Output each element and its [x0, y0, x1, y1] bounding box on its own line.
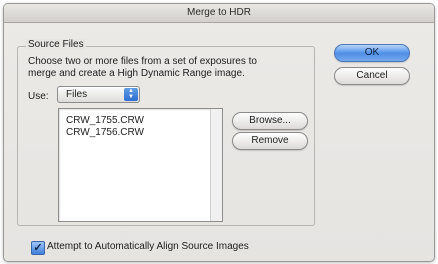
align-images-label[interactable]: Attempt to Automatically Align Source Im…	[47, 241, 249, 253]
file-list-scrollbar[interactable]	[210, 109, 222, 221]
remove-button[interactable]: Remove	[232, 132, 308, 150]
use-select[interactable]: Files ▲ ▼	[57, 86, 140, 103]
align-images-checkbox[interactable]: ✓	[31, 241, 45, 255]
ok-button[interactable]: OK	[334, 44, 410, 62]
browse-button[interactable]: Browse...	[232, 112, 308, 130]
use-select-value: Files	[66, 89, 88, 100]
use-label: Use:	[28, 91, 49, 102]
source-files-group-title: Source Files	[26, 39, 86, 50]
file-list[interactable]: CRW_1755.CRW CRW_1756.CRW	[58, 108, 223, 222]
list-item-file-1[interactable]: CRW_1755.CRW	[66, 115, 144, 127]
source-files-description: Choose two or more files from a set of e…	[28, 56, 298, 80]
dialog-title: Merge to HDR	[4, 4, 434, 23]
description-line-1: Choose two or more files from a set of e…	[28, 56, 257, 67]
merge-to-hdr-dialog: Merge to HDR Source Files Choose two or …	[3, 3, 435, 262]
cancel-button[interactable]: Cancel	[334, 67, 410, 85]
checkmark-icon: ✓	[33, 242, 43, 254]
description-line-2: merge and create a High Dynamic Range im…	[28, 68, 245, 79]
updown-arrows-icon: ▲ ▼	[124, 88, 138, 101]
list-item-file-2[interactable]: CRW_1756.CRW	[66, 127, 144, 139]
